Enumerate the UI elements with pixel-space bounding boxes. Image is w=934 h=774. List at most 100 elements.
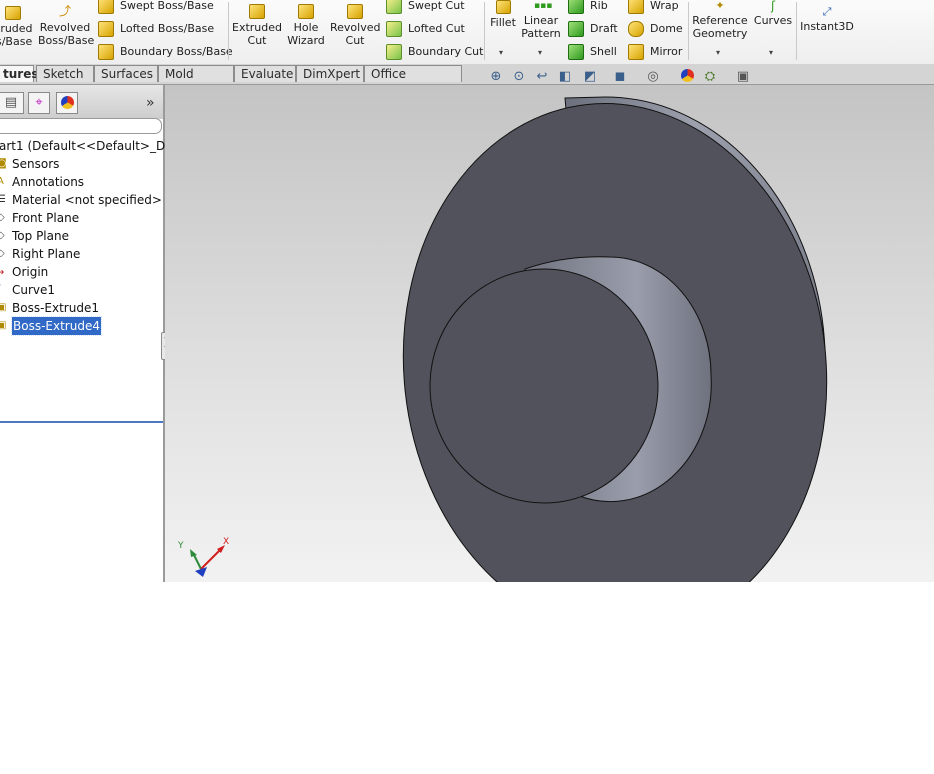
instant3d-icon: ⤢	[822, 5, 832, 18]
instant3d-button[interactable]: ⤢ Instant3D	[800, 5, 854, 34]
reference-geometry-dropdown-icon[interactable]: ▾	[716, 48, 720, 57]
pattern-dropdown-icon[interactable]: ▾	[538, 48, 542, 57]
shell-icon	[568, 44, 584, 60]
feature-manager-tabs: ▤ ⌖ »	[0, 85, 163, 119]
view-settings-icon[interactable]: ▣	[735, 69, 751, 85]
swept-boss-button[interactable]: Swept Boss/Base	[98, 0, 214, 14]
swept-cut-icon	[386, 0, 402, 14]
previous-view-icon[interactable]: ↩	[534, 69, 550, 85]
origin-icon: ↳	[0, 266, 6, 277]
feature-filter-input[interactable]	[0, 118, 162, 134]
lofted-boss-button[interactable]: Lofted Boss/Base	[98, 21, 214, 37]
tree-item-label: Material <not specified>	[12, 193, 162, 207]
solidworks-window: truded s/Base ⤴ Revolved Boss/Base Swept…	[0, 0, 934, 582]
section-view-icon[interactable]: ◧	[557, 69, 573, 85]
configuration-manager-tab[interactable]: ⌖	[28, 92, 50, 114]
draft-button[interactable]: Draft	[568, 21, 618, 37]
tab-mold-tools[interactable]: Mold Tools	[158, 65, 234, 98]
material-icon: ☰	[0, 194, 6, 205]
tab-features[interactable]: tures	[0, 65, 38, 82]
tree-item[interactable]: ▣ Boss-Extrude1	[0, 299, 163, 317]
property-manager-tab[interactable]: ▤	[0, 92, 24, 114]
tree-item-label: Curve1	[12, 283, 56, 297]
tree-item-label: Front Plane	[12, 211, 80, 225]
zoom-to-area-icon[interactable]: ⊙	[511, 69, 527, 85]
model-view[interactable]	[165, 85, 934, 582]
tree-item[interactable]: ◙ Sensors	[0, 155, 163, 173]
sensors-icon: ◙	[0, 158, 7, 169]
hole-wizard-button[interactable]: Hole Wizard	[284, 4, 328, 47]
command-manager: truded s/Base ⤴ Revolved Boss/Base Swept…	[0, 0, 934, 65]
reference-geometry-button[interactable]: ✦ Reference Geometry	[692, 0, 748, 40]
tree-item-label: Boss-Extrude1	[12, 301, 99, 315]
revolved-cut-button[interactable]: Revolved Cut	[330, 4, 380, 47]
wrap-button[interactable]: Wrap	[628, 0, 679, 14]
extrude-icon: ▣	[0, 302, 7, 313]
reference-geometry-icon: ✦	[715, 0, 725, 12]
hide-show-items-icon[interactable]: ◎	[645, 69, 661, 85]
tree-item-label: Origin	[12, 265, 49, 279]
edit-appearance-icon[interactable]	[679, 69, 695, 85]
revolved-boss-button[interactable]: ⤴ Revolved Boss/Base	[38, 4, 94, 47]
dome-button[interactable]: Dome	[628, 21, 683, 37]
rib-icon	[568, 0, 584, 14]
boundary-boss-button[interactable]: Boundary Boss/Base	[98, 44, 233, 60]
tab-dimxpert[interactable]: DimXpert	[296, 65, 364, 82]
display-manager-tab[interactable]	[56, 92, 78, 114]
shell-button[interactable]: Shell	[568, 44, 617, 60]
swept-cut-button[interactable]: Swept Cut	[386, 0, 465, 14]
tree-item-label: Boss-Extrude4	[11, 316, 102, 336]
tree-item[interactable]: ◇ Front Plane	[0, 209, 163, 227]
lofted-cut-icon	[386, 21, 402, 37]
apply-scene-icon[interactable]: ⛭	[702, 69, 718, 85]
extruded-boss-button[interactable]: truded s/Base	[0, 6, 33, 48]
property-manager-icon: ▤	[4, 95, 18, 110]
linear-pattern-button[interactable]: ▪▪▪ Linear Pattern	[520, 0, 562, 40]
mirror-icon	[628, 44, 644, 60]
tree-item-label: Annotations	[12, 175, 85, 189]
annotations-icon: A	[0, 176, 4, 187]
crosshair-icon: ⌖	[35, 95, 43, 110]
tree-item-label: Right Plane	[12, 247, 81, 261]
plane-icon: ◇	[0, 248, 5, 259]
extrude-icon: ▣	[0, 320, 7, 331]
triad-y-arrow	[190, 549, 197, 557]
extruded-cut-button[interactable]: Extruded Cut	[232, 4, 282, 47]
ribbon-separator	[484, 2, 485, 60]
ribbon-separator	[228, 2, 229, 60]
rib-button[interactable]: Rib	[568, 0, 608, 14]
linear-pattern-icon: ▪▪▪	[534, 1, 553, 11]
tree-item[interactable]: A Annotations	[0, 173, 163, 191]
tab-office-products[interactable]: Office Products	[364, 65, 462, 98]
zoom-to-fit-icon[interactable]: ⊕	[488, 69, 504, 85]
tab-sketch[interactable]: Sketch	[36, 65, 94, 82]
tree-item[interactable]: ▣ Boss-Extrude4	[0, 316, 163, 336]
curves-dropdown-icon[interactable]: ▾	[769, 48, 773, 57]
tree-item[interactable]: ʃ Curve1	[0, 281, 163, 299]
tree-item[interactable]: ◇ Right Plane	[0, 245, 163, 263]
boundary-cut-icon	[386, 44, 402, 60]
tree-item[interactable]: art1 (Default<<Default>_Di	[0, 137, 169, 155]
tree-item-label: Sensors	[12, 157, 60, 171]
tab-evaluate[interactable]: Evaluate	[234, 65, 296, 82]
tab-surfaces[interactable]: Surfaces	[94, 65, 158, 82]
boundary-cut-button[interactable]: Boundary Cut	[386, 44, 483, 60]
display-style-icon[interactable]: ◼	[612, 69, 628, 85]
lofted-cut-button[interactable]: Lofted Cut	[386, 21, 465, 37]
expand-panel-icon[interactable]: »	[146, 95, 155, 111]
tree-item[interactable]: ↳ Origin	[0, 263, 163, 281]
curves-button[interactable]: ʃ Curves	[752, 0, 794, 27]
hub-front-face[interactable]	[429, 268, 659, 504]
curve-icon: ʃ	[0, 284, 7, 296]
view-orientation-icon[interactable]: ◩	[582, 69, 598, 85]
tree-item[interactable]: ☰ Material <not specified>	[0, 191, 163, 209]
feature-manager-panel: ▤ ⌖ » art1 (Default<<Default>_Di ◙ Sensors…	[0, 85, 169, 582]
rollback-bar[interactable]	[0, 421, 163, 423]
mirror-button[interactable]: Mirror	[628, 44, 682, 60]
tree-item[interactable]: ◇ Top Plane	[0, 227, 163, 245]
revolved-boss-icon: ⤴	[58, 4, 71, 18]
fillet-dropdown-icon[interactable]: ▾	[499, 48, 503, 57]
fillet-button[interactable]: Fillet	[488, 0, 518, 29]
swept-boss-icon	[98, 0, 114, 14]
graphics-area[interactable]: Y X	[165, 85, 934, 582]
